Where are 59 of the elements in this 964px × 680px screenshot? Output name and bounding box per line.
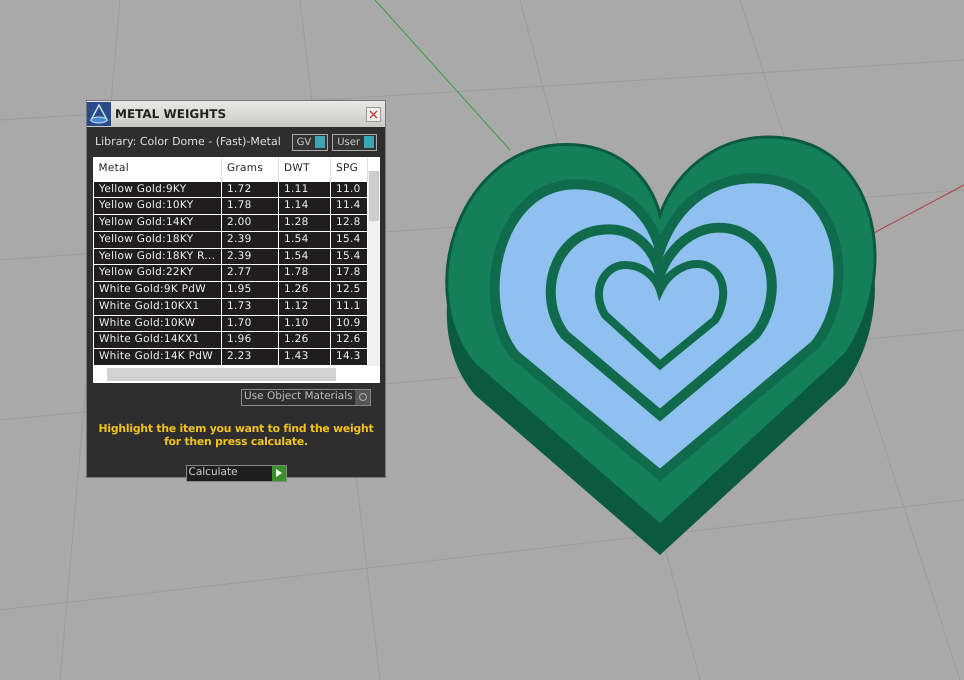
toggle-button[interactable]: GV (292, 134, 328, 150)
column-header[interactable]: DWT (278, 157, 330, 181)
table-cell: White Gold:14K PdW (94, 348, 222, 366)
play-icon (276, 469, 282, 478)
toggle-button[interactable]: User (332, 134, 377, 150)
table-cell: 1.26 (278, 332, 330, 348)
calculate-button[interactable]: Calculate (186, 464, 286, 482)
table-cell: White Gold:10KX1 (94, 298, 222, 315)
table-cell: Yellow Gold:18KY (94, 231, 222, 248)
table-cell: Yellow Gold:18KY R... (94, 248, 222, 265)
table-cell: White Gold:14KX1 (94, 332, 222, 348)
table-cell: 15.4 (330, 231, 368, 248)
table-cell: 1.43 (278, 348, 330, 366)
table-cell: 1.78 (278, 264, 330, 282)
table-cell: 1.96 (222, 332, 278, 348)
column-header[interactable]: SPG (330, 157, 368, 181)
table-cell: 1.10 (278, 315, 330, 332)
table-cell: White Gold:10KW (94, 315, 222, 332)
table-cell: 11.4 (330, 198, 368, 214)
table-cell: 1.14 (278, 198, 330, 214)
table-cell: 11.0 (330, 181, 368, 198)
table-cell: Yellow Gold:9KY (94, 181, 222, 198)
table-cell: White Gold:9K PdW (94, 282, 222, 298)
table-cell: 1.28 (278, 214, 330, 232)
table-cell: 2.77 (222, 264, 278, 282)
table-cell: Yellow Gold:10KY (94, 198, 222, 214)
table-cell: 1.72 (222, 181, 278, 198)
table-cell: 11.1 (330, 298, 368, 315)
use-object-materials-option[interactable]: Use Object Materials (241, 388, 371, 406)
table-cell: Yellow Gold:14KY (94, 214, 222, 232)
vertical-scrollbar[interactable] (368, 157, 380, 366)
panel-title: METAL WEIGHTS (114, 106, 228, 123)
cone-icon (87, 102, 111, 126)
table-cell: 1.78 (222, 198, 278, 214)
library-label: Library: Color Dome - (Fast)-Metal (95, 134, 281, 150)
column-header[interactable]: Grams (222, 157, 278, 181)
table-cell: 1.11 (278, 181, 330, 198)
table-cell: 12.5 (330, 282, 368, 298)
table-cell: 14.3 (330, 348, 368, 366)
table-cell: 10.9 (330, 315, 368, 332)
table-cell: 1.54 (278, 231, 330, 248)
table-cell: 1.70 (222, 315, 278, 332)
table-cell: 1.26 (278, 282, 330, 298)
table-cell: 2.39 (222, 231, 278, 248)
table-cell: 15.4 (330, 248, 368, 265)
close-button[interactable] (366, 106, 381, 122)
table-cell: 1.12 (278, 298, 330, 315)
table-cell: 2.39 (222, 248, 278, 265)
table-cell: 1.95 (222, 282, 278, 298)
table-cell: 1.73 (222, 298, 278, 315)
table-cell: 2.23 (222, 348, 278, 366)
instruction-text: Highlight the item you want to find the weight for then press calculate. (98, 422, 374, 449)
table-cell: 2.00 (222, 214, 278, 232)
table-cell: 12.8 (330, 214, 368, 232)
close-icon (367, 108, 380, 120)
table-cell: Yellow Gold:22KY (94, 264, 222, 282)
table-cell: 17.8 (330, 264, 368, 282)
table-cell: 12.6 (330, 332, 368, 348)
table-cell: 1.54 (278, 248, 330, 265)
